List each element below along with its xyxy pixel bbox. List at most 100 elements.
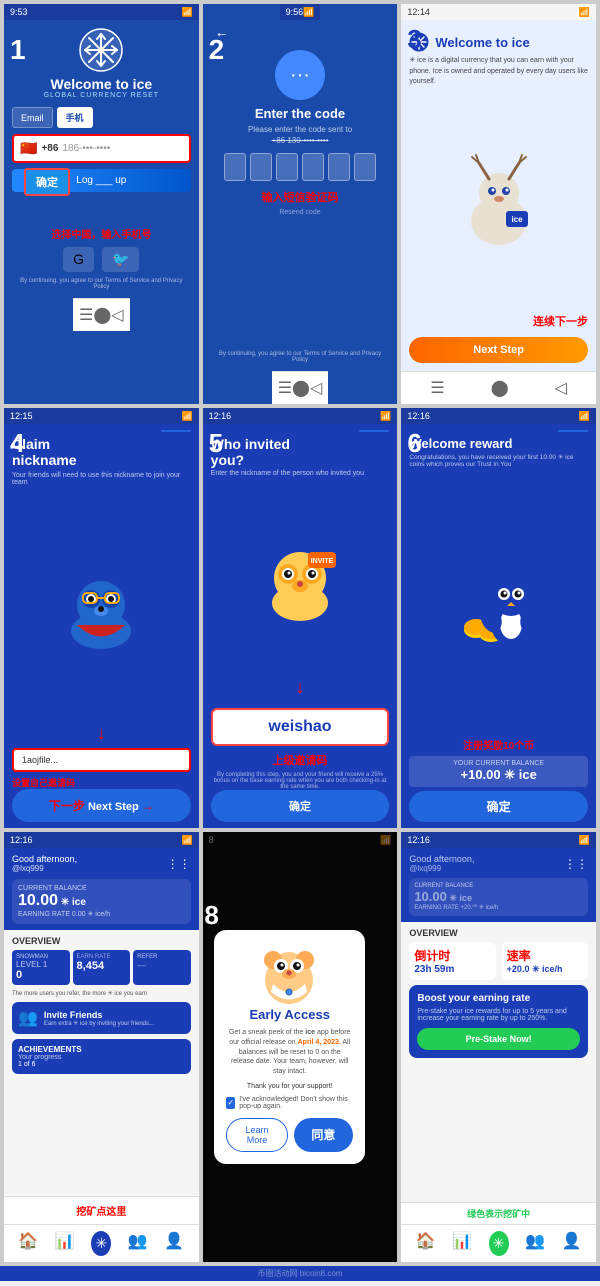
phone-tab[interactable]: 手机 <box>57 107 93 128</box>
invite-desc: Earn extra ✳ ice by inviting your friend… <box>44 1020 154 1027</box>
confirm-overlay[interactable]: 确定 <box>24 168 70 196</box>
confirm-btn-6[interactable]: 确定 <box>409 791 588 822</box>
status-bar-6: 12:16 📶 <box>401 408 596 424</box>
step-icon: → <box>142 799 154 813</box>
time-3: 12:14 <box>407 7 430 17</box>
google-btn[interactable]: G <box>63 247 94 272</box>
thank-you: Thank you for your support! <box>247 1083 333 1090</box>
speed-val: +20.0 ✳ ice/h <box>507 964 583 975</box>
signal-4: 📶 <box>181 411 192 422</box>
checkbox-row: ✓ I've acknowledged! Don't show this pop… <box>226 1096 353 1110</box>
signal-9: 📶 <box>579 835 590 846</box>
code-box-5[interactable] <box>328 153 350 181</box>
tab-row-1: Email 手机 <box>12 107 191 128</box>
nav-mine-btn[interactable]: ✳ <box>91 1231 111 1256</box>
panel-9: 12:16 📶 Good afternoon, @lxq999 ⋮⋮ CURRE… <box>401 832 596 1262</box>
progress-value: 1 of 6 <box>18 1061 185 1068</box>
reward-note: 注册奖励10个币 <box>409 737 588 752</box>
invite-code-text: weishao <box>221 718 380 736</box>
nav-menu-2[interactable]: ☰ <box>278 378 292 398</box>
code-box-4[interactable] <box>302 153 324 181</box>
panel-number-1: 1 <box>10 36 26 64</box>
penguin-mascot <box>456 562 541 647</box>
panel-8: 8 📶 8 <box>203 832 398 1262</box>
hamster-mascot: INVITE <box>260 538 340 623</box>
deer-mascot: ice <box>454 151 544 251</box>
signal-6: 📶 <box>579 411 590 422</box>
nav-chart[interactable]: 📊 <box>55 1231 75 1256</box>
checkbox-text: I've acknowledged! Don't show this pop-u… <box>239 1096 353 1110</box>
countdown-zh: 倒计时 <box>414 947 490 964</box>
refer-value: 8,454 <box>77 960 127 972</box>
email-tab[interactable]: Email <box>12 107 53 128</box>
status-bar-4: 12:15 📶 <box>4 408 199 424</box>
code-box-1[interactable] <box>224 153 246 181</box>
nav-team-9[interactable]: 👥 <box>525 1231 545 1256</box>
back-arrow[interactable]: ← <box>215 24 390 40</box>
more-icon-7[interactable]: ⋮⋮ <box>167 857 191 871</box>
balance-value-7: 10.00 ✳ ice <box>18 892 185 910</box>
more-icon-9[interactable]: ⋮⋮ <box>564 857 588 871</box>
nav-home-7[interactable]: 🏠 <box>18 1231 38 1256</box>
nav-back-2[interactable]: ◁ <box>310 378 322 398</box>
checkbox[interactable]: ✓ <box>226 1097 235 1109</box>
panel-4: 12:15 📶 4 Claim nickname Your friends wi… <box>4 408 199 828</box>
panel-number-5: 5 <box>209 428 223 459</box>
next-step-btn-4[interactable]: 下一步 Next Step → <box>12 789 191 822</box>
balance-value-6: +10.00 ✳ ice <box>413 767 584 783</box>
nav-profile[interactable]: 👤 <box>164 1231 184 1256</box>
sent-to-text: Please enter the code sent to <box>211 125 390 134</box>
status-bar-2: 9:56 📶 <box>280 4 321 20</box>
twitter-btn[interactable]: 🐦 <box>102 247 139 272</box>
divider-6 <box>558 430 588 432</box>
snowman-value: 0 <box>16 969 66 981</box>
next-step-btn[interactable]: Next Step <box>409 337 588 363</box>
bottom-nav-3: ☰ ⬤ ◁ <box>401 371 596 404</box>
signal-7: 📶 <box>181 835 192 846</box>
progress-label: Your progress <box>18 1054 185 1061</box>
divider-4 <box>161 430 191 432</box>
code-box-6[interactable] <box>354 153 376 181</box>
nav-menu-3[interactable]: ☰ <box>430 378 444 398</box>
arrow-down: ↓ <box>97 723 106 743</box>
nav-team[interactable]: 👥 <box>128 1231 148 1256</box>
speed-zh: 速率 <box>507 947 583 964</box>
boost-title: Boost your earning rate <box>417 993 580 1004</box>
agree-btn[interactable]: 同意 <box>294 1118 353 1152</box>
svg-text:INVITE: INVITE <box>311 558 334 565</box>
code-box-3[interactable] <box>276 153 298 181</box>
username-9: @lxq999 <box>409 864 474 873</box>
chat-icon: ··· <box>275 50 325 100</box>
panel-7: 12:16 📶 Good afternoon, @lxq999 ⋮⋮ CURRE… <box>4 832 199 1262</box>
pre-stake-btn[interactable]: Pre-Stake Now! <box>417 1028 580 1050</box>
panel-number-4: 4 <box>10 428 24 459</box>
invite-friends-card[interactable]: 👥 Invite Friends Earn extra ✳ ice by inv… <box>12 1002 191 1034</box>
nav-menu[interactable]: ☰ <box>79 305 93 325</box>
invite-label-4: 设置自己邀请码 <box>12 776 191 789</box>
nav-home-9[interactable]: 🏠 <box>416 1231 436 1256</box>
nav-chart-9[interactable]: 📊 <box>452 1231 472 1256</box>
next-label-zh: 下一步 <box>49 799 85 813</box>
code-box-2[interactable] <box>250 153 272 181</box>
resend-text[interactable]: Resend code <box>211 209 390 216</box>
panel-number-2: 2 <box>209 36 225 64</box>
nav-home-3[interactable]: ⬤ <box>491 378 509 398</box>
balance-box-6: YOUR CURRENT BALANCE +10.00 ✳ ice <box>409 756 588 787</box>
learn-more-btn[interactable]: Learn More <box>226 1118 287 1152</box>
panel-number-3: 3 <box>407 24 421 55</box>
nav-home[interactable]: ⬤ <box>93 305 111 325</box>
nickname-input[interactable] <box>12 748 191 772</box>
confirm-btn-5[interactable]: 确定 <box>211 790 390 822</box>
time-5: 12:16 <box>209 411 232 421</box>
nav-home-2[interactable]: ⬤ <box>292 378 310 398</box>
nav-profile-9[interactable]: 👤 <box>562 1231 582 1256</box>
phone-number: 186-•••-•••• <box>62 143 182 154</box>
who-invited-sub: Enter the nickname of the person who inv… <box>211 470 390 477</box>
time-6: 12:16 <box>407 411 430 421</box>
nav-mine-btn-9[interactable]: ✳ <box>489 1231 509 1256</box>
time-2: 9:56 <box>286 7 304 17</box>
sms-label: 输入短信验证码 <box>211 189 390 205</box>
nav-back[interactable]: ◁ <box>111 305 123 325</box>
nav-back-3[interactable]: ◁ <box>555 378 567 398</box>
china-label: 选择中国，输入手机号 <box>12 226 191 241</box>
